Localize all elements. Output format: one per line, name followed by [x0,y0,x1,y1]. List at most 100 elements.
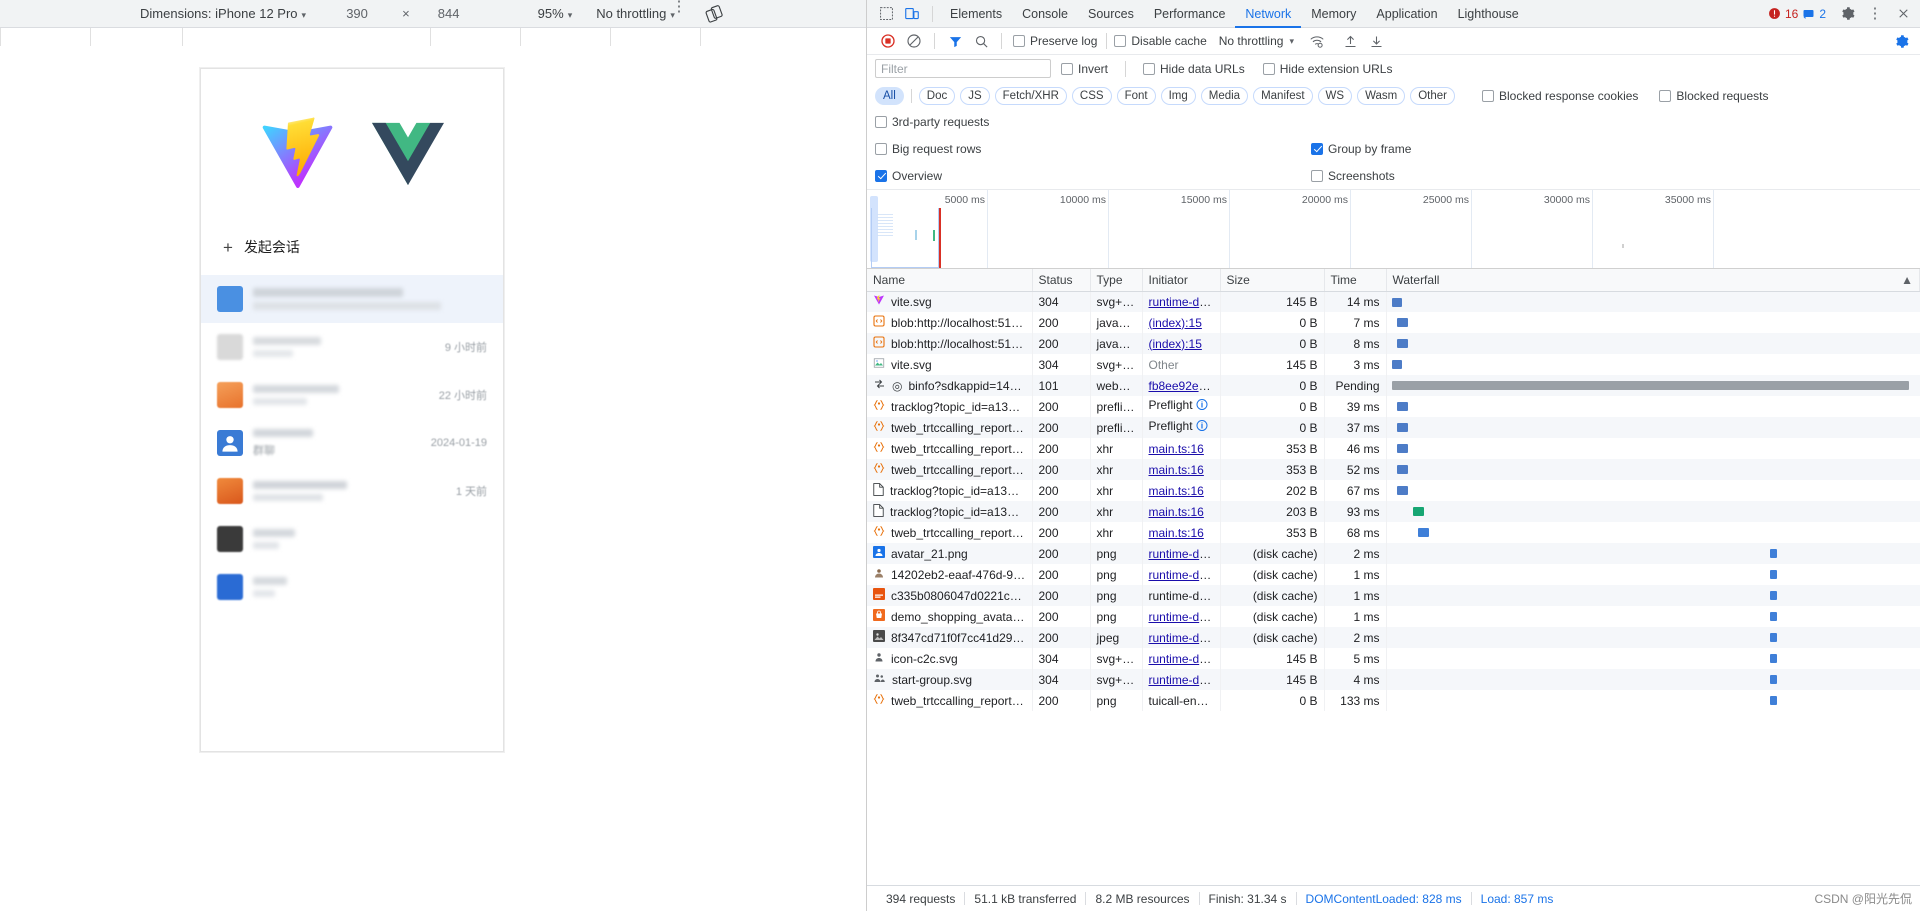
cell-name[interactable]: ◎ binfo?sdkappid=140… [867,375,1033,396]
cell-name[interactable]: tweb_trtccalling_report… [867,459,1033,480]
cell-initiator[interactable]: runtime-do… [1142,606,1221,627]
tab-lighthouse[interactable]: Lighthouse [1448,0,1529,28]
table-row[interactable]: vite.svg 304 svg+xml runtime-do… 145 B 14 ms [867,291,1920,312]
disable-cache-checkbox[interactable]: Disable cache [1114,34,1207,48]
cell-initiator[interactable]: main.ts:16 [1142,522,1221,543]
cell-initiator[interactable]: fb8ee92e-8… [1142,375,1221,396]
table-row[interactable]: blob:http://localhost:51… 200javascript(i… [867,333,1920,354]
table-row[interactable]: ◎ binfo?sdkappid=140… 101websoc…fb8ee92e-8… [867,375,1920,396]
screenshots-checkbox[interactable]: Screenshots [1311,169,1395,183]
blocked-requests-checkbox[interactable]: Blocked requests [1659,89,1768,103]
cell-name[interactable]: 8f347cd71f0f7cc41d29… [867,627,1033,648]
tab-sources[interactable]: Sources [1078,0,1144,28]
cell-name[interactable]: tweb_trtccalling_report… [867,522,1033,543]
device-height-input[interactable]: 844 [420,6,478,21]
table-row[interactable]: tweb_trtccalling_report… 200 xhr main.ts:16… [867,522,1920,543]
warning-count-badge[interactable]: 2 [1802,7,1826,21]
filter-icon[interactable] [942,29,968,53]
resource-type-doc[interactable]: Doc [918,86,956,105]
cell-name[interactable]: tracklog?topic_id=a131… [867,396,1033,417]
column-header-size[interactable]: Size [1220,269,1325,292]
cell-name[interactable]: vite.svg [867,354,1033,375]
list-item[interactable] [201,563,503,611]
emulated-device-screen[interactable]: + 发起会话 9 小时前 22 小时前 群聊 2024-01-19 1 天前 [200,68,504,752]
device-width-input[interactable]: 390 [328,6,386,21]
cell-initiator[interactable]: (index):15 [1142,312,1221,333]
overview-checkbox[interactable]: Overview [875,169,942,183]
cell-name[interactable]: demo_shopping_avatar.… [867,606,1033,627]
resource-type-media[interactable]: Media [1200,86,1249,105]
table-row[interactable]: tweb_trtccalling_report… 200 png tuicall-en… [867,690,1920,711]
table-row[interactable]: tweb_trtccalling_report… 200 xhr main.ts:16… [867,438,1920,459]
cell-name[interactable]: blob:http://localhost:51… [867,312,1033,333]
cell-name[interactable]: icon-c2c.svg [867,648,1033,669]
tab-console[interactable]: Console [1012,0,1078,28]
cell-initiator[interactable]: main.ts:16 [1142,438,1221,459]
more-options-icon[interactable]: ⋮ [1862,2,1888,26]
cell-initiator[interactable]: runtime-do… [1142,291,1221,312]
invert-checkbox[interactable]: Invert [1061,62,1108,76]
cell-name[interactable]: tracklog?topic_id=a131… [867,501,1033,522]
tab-application[interactable]: Application [1366,0,1447,28]
tab-elements[interactable]: Elements [940,0,1012,28]
cell-name[interactable]: avatar_21.png [867,543,1033,564]
toggle-device-toolbar-icon[interactable] [899,2,925,26]
cell-name[interactable]: vite.svg [867,291,1033,312]
resource-type-font[interactable]: Font [1116,86,1156,105]
tab-network[interactable]: Network [1235,0,1301,28]
gear-icon[interactable] [1834,2,1860,26]
cell-name[interactable]: tweb_trtccalling_report… [867,438,1033,459]
device-dimensions-dropdown[interactable]: Dimensions: iPhone 12 Pro ▾ [140,6,306,21]
column-header-name[interactable]: Name [867,269,1033,292]
network-settings-gear-icon[interactable] [1888,29,1914,53]
rotate-icon[interactable] [705,4,723,23]
import-har-icon[interactable] [1338,29,1364,53]
table-row[interactable]: vite.svg 304 svg+xml Other 145 B3 ms [867,354,1920,375]
tab-memory[interactable]: Memory [1301,0,1366,28]
resource-type-img[interactable]: Img [1160,86,1196,105]
list-item[interactable]: 群聊 2024-01-19 [201,419,503,467]
cell-name[interactable]: blob:http://localhost:51… [867,333,1033,354]
resource-type-wasm[interactable]: Wasm [1357,86,1406,105]
tab-performance[interactable]: Performance [1144,0,1236,28]
table-row[interactable]: tracklog?topic_id=a131… 200 xhr main.ts:16 2… [867,480,1920,501]
resource-type-other[interactable]: Other [1410,86,1455,105]
device-zoom-dropdown[interactable]: 95% ▾ [538,6,573,21]
resource-type-ws[interactable]: WS [1317,86,1353,105]
cell-initiator[interactable]: runtime-do… [1142,669,1221,690]
cell-name[interactable]: c335b0806047d0221c9… [867,585,1033,606]
column-header-type[interactable]: Type [1090,269,1143,292]
cell-initiator[interactable]: runtime-do… [1142,648,1221,669]
cell-initiator[interactable]: runtime-do… [1142,543,1221,564]
list-item[interactable] [201,275,503,323]
cell-name[interactable]: 14202eb2-eaaf-476d-9… [867,564,1033,585]
network-request-table[interactable]: Name Status Type Initiator Size Time Wat… [867,269,1920,885]
cell-initiator[interactable]: runtime-do… [1142,627,1221,648]
cell-name[interactable]: tweb_trtccalling_report… [867,417,1033,438]
third-party-requests-checkbox[interactable]: 3rd-party requests [875,115,989,129]
table-row[interactable]: 8f347cd71f0f7cc41d29… 200 jpeg runtime-do…(… [867,627,1920,648]
column-header-initiator[interactable]: Initiator [1142,269,1221,292]
group-by-frame-checkbox[interactable]: Group by frame [1311,142,1411,156]
column-header-time[interactable]: Time [1324,269,1387,292]
list-item[interactable]: 22 小时前 [201,371,503,419]
network-overview-timeline[interactable]: 5000 ms 10000 ms 15000 ms 20000 ms 25000… [867,189,1920,269]
table-row[interactable]: demo_shopping_avatar.… 200 png runtime-do…(… [867,606,1920,627]
cell-initiator[interactable]: main.ts:16 [1142,459,1221,480]
resource-type-all[interactable]: All [875,86,904,105]
resource-type-js[interactable]: JS [960,86,990,105]
device-more-options-button[interactable]: ⋮ [670,0,688,14]
table-row[interactable]: 14202eb2-eaaf-476d-9… 200 png runtime-do… (d… [867,564,1920,585]
hide-extension-urls-checkbox[interactable]: Hide extension URLs [1262,62,1392,76]
table-row[interactable]: avatar_21.png 200 png runtime-do… (disk cach… [867,543,1920,564]
throttling-dropdown[interactable]: No throttling ▾ [1219,34,1294,48]
resource-type-fetch-xhr[interactable]: Fetch/XHR [994,86,1067,105]
resource-type-css[interactable]: CSS [1071,86,1112,105]
list-item[interactable]: 9 小时前 [201,323,503,371]
big-request-rows-checkbox[interactable]: Big request rows [875,142,981,156]
filter-input[interactable] [875,59,1051,78]
cell-name[interactable]: start-group.svg [867,669,1033,690]
preserve-log-checkbox[interactable]: Preserve log [1013,34,1097,48]
list-item[interactable]: 1 天前 [201,467,503,515]
error-count-badge[interactable]: 16 [1768,7,1798,21]
